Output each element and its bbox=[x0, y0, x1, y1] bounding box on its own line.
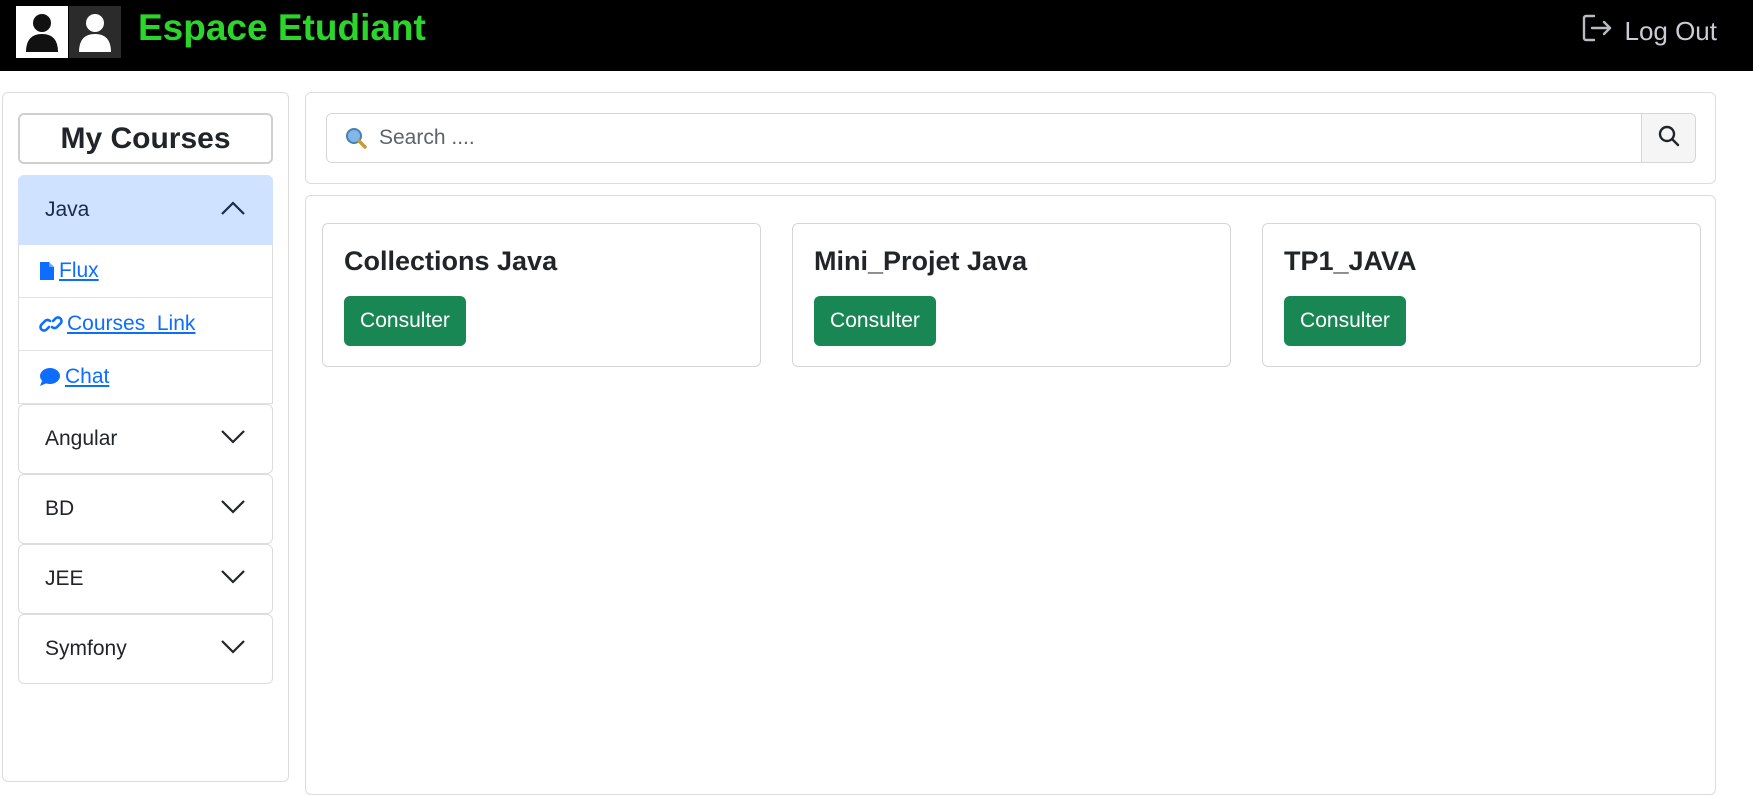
course-link-courses-link[interactable]: Courses_Link bbox=[19, 298, 272, 351]
courses-accordion: Java Flux Courses_Link Chat Angular BD J… bbox=[18, 175, 273, 684]
link-label: Flux bbox=[59, 259, 99, 282]
accordion-header-java[interactable]: Java bbox=[18, 175, 273, 245]
accordion-header-angular[interactable]: Angular bbox=[18, 404, 273, 474]
accordion-label: Java bbox=[45, 198, 90, 221]
search-panel bbox=[305, 92, 1716, 184]
accordion-header-bd[interactable]: BD bbox=[18, 474, 273, 544]
accordion-body-java: Flux Courses_Link Chat bbox=[18, 245, 273, 404]
link-label: Chat bbox=[65, 365, 110, 388]
chat-icon bbox=[39, 367, 61, 387]
course-card: Collections Java Consulter bbox=[322, 223, 761, 367]
user-avatar-icon bbox=[69, 6, 121, 58]
sidebar-title: My Courses bbox=[18, 113, 273, 164]
card-title: TP1_JAVA bbox=[1284, 246, 1417, 276]
accordion-label: Symfony bbox=[45, 637, 127, 660]
course-link-flux[interactable]: Flux bbox=[19, 245, 272, 298]
accordion-header-jee[interactable]: JEE bbox=[18, 544, 273, 614]
magnifier-emoji-icon bbox=[345, 127, 367, 154]
courses-cards-panel: Collections Java Consulter Mini_Projet J… bbox=[305, 195, 1716, 795]
brand-title: Espace Etudiant bbox=[138, 7, 426, 48]
file-icon bbox=[39, 261, 55, 281]
search-button[interactable] bbox=[1641, 114, 1695, 162]
accordion-header-symfony[interactable]: Symfony bbox=[18, 614, 273, 684]
accordion-label: JEE bbox=[45, 567, 84, 590]
consult-button[interactable]: Consulter bbox=[344, 296, 466, 346]
logout-icon bbox=[1580, 11, 1614, 52]
search-input[interactable] bbox=[327, 114, 1641, 162]
chevron-down-icon bbox=[220, 427, 246, 451]
user-avatar-icon bbox=[16, 6, 68, 58]
link-icon bbox=[39, 314, 63, 334]
courses-sidebar: My Courses Java Flux Courses_Link Chat A… bbox=[2, 92, 289, 782]
course-card: Mini_Projet Java Consulter bbox=[792, 223, 1231, 367]
logout-label: Log Out bbox=[1624, 15, 1717, 46]
logout-button[interactable]: Log Out bbox=[1580, 10, 1717, 52]
top-navbar: Espace Etudiant Log Out bbox=[0, 0, 1753, 71]
course-card: TP1_JAVA Consulter bbox=[1262, 223, 1701, 367]
chevron-down-icon bbox=[220, 497, 246, 521]
accordion-label: BD bbox=[45, 497, 75, 520]
chevron-down-icon bbox=[220, 637, 246, 661]
link-label: Courses_Link bbox=[67, 312, 196, 335]
card-title: Mini_Projet Java bbox=[814, 246, 1028, 276]
course-link-chat[interactable]: Chat bbox=[19, 351, 272, 404]
chevron-down-icon bbox=[220, 567, 246, 591]
consult-button[interactable]: Consulter bbox=[814, 296, 936, 346]
consult-button[interactable]: Consulter bbox=[1284, 296, 1406, 346]
card-title: Collections Java bbox=[344, 246, 558, 276]
accordion-label: Angular bbox=[45, 427, 118, 450]
search-icon bbox=[1658, 125, 1680, 152]
search-group bbox=[326, 113, 1696, 163]
chevron-up-icon bbox=[220, 198, 246, 222]
